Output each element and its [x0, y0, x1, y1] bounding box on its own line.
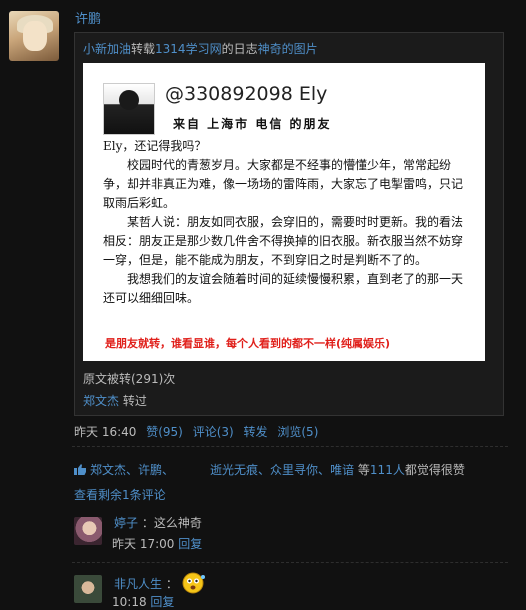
like-user[interactable]: 郑文杰、: [90, 463, 138, 477]
post-meta: 昨天 16:40 赞(95) 评论(3) 转发 浏览(5): [74, 423, 324, 440]
card-body: Ely，还记得我吗？ 校园时代的青葱岁月。大家都是不经事的懵懂少年，常常起纷争，…: [103, 137, 473, 308]
share-button[interactable]: 转发: [244, 425, 268, 439]
reply-button[interactable]: 回复: [178, 537, 202, 551]
divider: [72, 562, 508, 564]
thumbs-up-icon: [74, 464, 86, 475]
reposted-by-user[interactable]: 郑文杰: [83, 394, 119, 408]
article-title-link[interactable]: 神奇的图片: [258, 42, 318, 56]
card-paragraph: Ely，还记得我吗？: [103, 139, 207, 153]
repost-action: 转载: [131, 42, 156, 56]
divider: [72, 446, 508, 448]
comment-time: 10:18: [112, 595, 147, 609]
comment-header: 非凡人生 ：: [114, 572, 206, 594]
source-site-link[interactable]: 1314学习网: [155, 42, 222, 56]
like-button[interactable]: 赞(95): [146, 425, 183, 439]
comment-button[interactable]: 评论(3): [193, 425, 234, 439]
reposted-label: 转过: [122, 394, 147, 408]
shared-image-card[interactable]: @330892098 Ely 来自 上海市 电信 的朋友 Ely，还记得我吗？ …: [83, 63, 485, 361]
likes-sep: 等: [357, 463, 370, 477]
card-paragraph: 某哲人说：朋友如同衣服，会穿旧的，需要时时更新。我的看法相反：朋友正是那少数几件…: [103, 215, 464, 267]
comment-text: ：: [165, 577, 178, 591]
commenter-name[interactable]: 非凡人生: [114, 577, 162, 591]
card-from-line: 来自 上海市 电信 的朋友: [173, 117, 332, 131]
comment-meta: 昨天 17:00 回复: [112, 535, 202, 552]
reply-button[interactable]: 回复: [150, 595, 174, 609]
comment-header: 婷子 ：这么神奇: [114, 514, 202, 531]
commenter-avatar[interactable]: [74, 517, 102, 545]
comment-item: 婷子 ：这么神奇 昨天 17:00 回复: [74, 514, 374, 557]
like-user[interactable]: 众里寻你、: [270, 463, 330, 477]
card-handle: @330892098 Ely: [165, 83, 328, 105]
commenter-name[interactable]: 婷子: [114, 516, 138, 530]
repost-box: 小新加油转载1314学习网的日志神奇的图片 @330892098 Ely 来自 …: [74, 32, 504, 416]
emoji-icon: [182, 572, 205, 594]
comment-meta: 10:18 回复: [112, 593, 174, 610]
source-user-link[interactable]: 小新加油: [83, 42, 131, 56]
comment-item: 非凡人生 ： 10:18 回复: [74, 572, 374, 609]
comment-time: 昨天 17:00: [112, 537, 175, 551]
card-paragraph: 校园时代的青葱岁月。大家都是不经事的懵懂少年，常常起纷争，却并非真正为难，像一场…: [103, 158, 464, 210]
card-footer: 是朋友就转，谁看显谁，每个人看到的都不一样(纯属娱乐): [105, 337, 391, 350]
repost-header: 小新加油转载1314学习网的日志神奇的图片: [83, 40, 318, 57]
card-paragraph: 我想我们的友谊会随着时间的延续慢慢积累，直到老了的那一天还可以细细回味。: [103, 272, 464, 305]
likes-suffix: 都觉得很赞: [404, 463, 465, 477]
repost-of: 的日志: [221, 42, 258, 56]
post-time: 昨天 16:40: [74, 425, 137, 439]
profile-picture: [103, 83, 155, 135]
comment-text: ：这么神奇: [141, 516, 202, 530]
views-link[interactable]: 浏览(5): [277, 425, 318, 439]
repost-count: 原文被转(291)次: [83, 372, 176, 386]
like-user[interactable]: 逝光无痕、: [210, 463, 270, 477]
author-avatar[interactable]: [9, 11, 59, 61]
silhouette-head: [119, 90, 139, 110]
commenter-avatar[interactable]: [74, 575, 102, 603]
likes-row: 郑文杰、许鹏、 逝光无痕、众里寻你、唯谙 等111人都觉得很赞: [74, 461, 514, 478]
more-comments-link[interactable]: 查看剩余1条评论: [74, 486, 166, 503]
reposted-by: 郑文杰 转过: [83, 392, 147, 409]
author-name[interactable]: 许鹏: [75, 8, 101, 27]
avatar-face: [23, 21, 47, 51]
likes-count[interactable]: 111人: [370, 463, 405, 477]
like-user[interactable]: 唯谙: [330, 463, 354, 477]
like-user[interactable]: 许鹏、: [138, 463, 174, 477]
